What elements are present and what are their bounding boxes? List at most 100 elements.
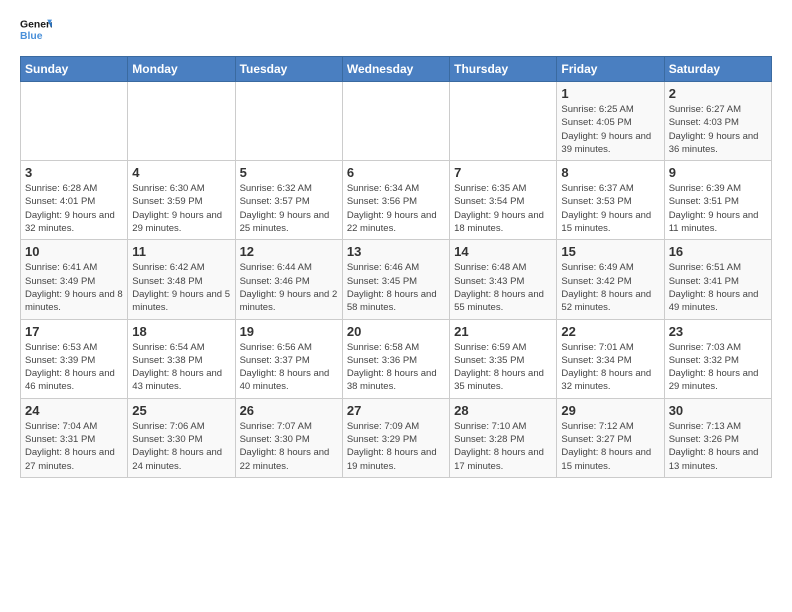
calendar-cell: 24 Sunrise: 7:04 AMSunset: 3:31 PMDayligh…	[21, 398, 128, 477]
calendar-cell: 10 Sunrise: 6:41 AMSunset: 3:49 PMDayligh…	[21, 240, 128, 319]
day-info: Sunrise: 6:49 AMSunset: 3:42 PMDaylight:…	[561, 261, 659, 314]
calendar-cell: 28 Sunrise: 7:10 AMSunset: 3:28 PMDayligh…	[450, 398, 557, 477]
calendar-cell: 6 Sunrise: 6:34 AMSunset: 3:56 PMDaylight…	[342, 161, 449, 240]
day-number: 20	[347, 324, 445, 339]
day-number: 17	[25, 324, 123, 339]
day-info: Sunrise: 7:10 AMSunset: 3:28 PMDaylight:…	[454, 420, 552, 473]
day-info: Sunrise: 6:48 AMSunset: 3:43 PMDaylight:…	[454, 261, 552, 314]
day-info: Sunrise: 6:46 AMSunset: 3:45 PMDaylight:…	[347, 261, 445, 314]
day-info: Sunrise: 6:35 AMSunset: 3:54 PMDaylight:…	[454, 182, 552, 235]
day-info: Sunrise: 7:13 AMSunset: 3:26 PMDaylight:…	[669, 420, 767, 473]
day-info: Sunrise: 6:25 AMSunset: 4:05 PMDaylight:…	[561, 103, 659, 156]
col-header-friday: Friday	[557, 57, 664, 82]
calendar-cell: 27Sunrise: 7:09 AMSunset: 3:29 PMDayligh…	[342, 398, 449, 477]
day-info: Sunrise: 6:59 AMSunset: 3:35 PMDaylight:…	[454, 341, 552, 394]
day-number: 12	[240, 244, 338, 259]
col-header-tuesday: Tuesday	[235, 57, 342, 82]
calendar-cell	[21, 82, 128, 161]
day-info: Sunrise: 6:53 AMSunset: 3:39 PMDaylight:…	[25, 341, 123, 394]
calendar-cell: 16 Sunrise: 6:51 AMSunset: 3:41 PMDayligh…	[664, 240, 771, 319]
day-number: 26	[240, 403, 338, 418]
day-number: 9	[669, 165, 767, 180]
day-info: Sunrise: 6:37 AMSunset: 3:53 PMDaylight:…	[561, 182, 659, 235]
page-header: General Blue	[20, 16, 772, 44]
day-info: Sunrise: 7:01 AMSunset: 3:34 PMDaylight:…	[561, 341, 659, 394]
calendar-cell: 15Sunrise: 6:49 AMSunset: 3:42 PMDayligh…	[557, 240, 664, 319]
calendar-cell: 13 Sunrise: 6:46 AMSunset: 3:45 PMDayligh…	[342, 240, 449, 319]
calendar-cell: 1 Sunrise: 6:25 AMSunset: 4:05 PMDaylight…	[557, 82, 664, 161]
logo: General Blue	[20, 16, 58, 44]
calendar-cell: 11Sunrise: 6:42 AMSunset: 3:48 PMDayligh…	[128, 240, 235, 319]
day-number: 13	[347, 244, 445, 259]
day-info: Sunrise: 6:44 AMSunset: 3:46 PMDaylight:…	[240, 261, 338, 314]
day-number: 27	[347, 403, 445, 418]
calendar-cell: 7 Sunrise: 6:35 AMSunset: 3:54 PMDaylight…	[450, 161, 557, 240]
col-header-wednesday: Wednesday	[342, 57, 449, 82]
day-number: 3	[25, 165, 123, 180]
day-info: Sunrise: 6:30 AMSunset: 3:59 PMDaylight:…	[132, 182, 230, 235]
day-info: Sunrise: 7:12 AMSunset: 3:27 PMDaylight:…	[561, 420, 659, 473]
day-number: 19	[240, 324, 338, 339]
day-info: Sunrise: 6:51 AMSunset: 3:41 PMDaylight:…	[669, 261, 767, 314]
day-number: 30	[669, 403, 767, 418]
day-info: Sunrise: 6:34 AMSunset: 3:56 PMDaylight:…	[347, 182, 445, 235]
calendar-cell: 29 Sunrise: 7:12 AMSunset: 3:27 PMDayligh…	[557, 398, 664, 477]
day-number: 23	[669, 324, 767, 339]
day-info: Sunrise: 7:06 AMSunset: 3:30 PMDaylight:…	[132, 420, 230, 473]
day-number: 7	[454, 165, 552, 180]
day-number: 16	[669, 244, 767, 259]
calendar-cell: 12 Sunrise: 6:44 AMSunset: 3:46 PMDayligh…	[235, 240, 342, 319]
calendar-cell	[128, 82, 235, 161]
calendar-cell: 18Sunrise: 6:54 AMSunset: 3:38 PMDayligh…	[128, 319, 235, 398]
calendar-cell: 8 Sunrise: 6:37 AMSunset: 3:53 PMDaylight…	[557, 161, 664, 240]
day-number: 22	[561, 324, 659, 339]
day-info: Sunrise: 6:56 AMSunset: 3:37 PMDaylight:…	[240, 341, 338, 394]
calendar-cell: 14 Sunrise: 6:48 AMSunset: 3:43 PMDayligh…	[450, 240, 557, 319]
day-info: Sunrise: 6:28 AMSunset: 4:01 PMDaylight:…	[25, 182, 123, 235]
calendar-cell: 21 Sunrise: 6:59 AMSunset: 3:35 PMDayligh…	[450, 319, 557, 398]
day-info: Sunrise: 6:42 AMSunset: 3:48 PMDaylight:…	[132, 261, 230, 314]
day-number: 2	[669, 86, 767, 101]
day-number: 6	[347, 165, 445, 180]
col-header-sunday: Sunday	[21, 57, 128, 82]
day-info: Sunrise: 6:39 AMSunset: 3:51 PMDaylight:…	[669, 182, 767, 235]
day-number: 5	[240, 165, 338, 180]
day-number: 24	[25, 403, 123, 418]
calendar-cell: 2 Sunrise: 6:27 AMSunset: 4:03 PMDaylight…	[664, 82, 771, 161]
calendar-cell: 20 Sunrise: 6:58 AMSunset: 3:36 PMDayligh…	[342, 319, 449, 398]
day-number: 4	[132, 165, 230, 180]
calendar-cell: 4 Sunrise: 6:30 AMSunset: 3:59 PMDaylight…	[128, 161, 235, 240]
day-info: Sunrise: 7:04 AMSunset: 3:31 PMDaylight:…	[25, 420, 123, 473]
day-number: 25	[132, 403, 230, 418]
day-number: 29	[561, 403, 659, 418]
day-number: 8	[561, 165, 659, 180]
calendar-cell: 30 Sunrise: 7:13 AMSunset: 3:26 PMDayligh…	[664, 398, 771, 477]
calendar-cell: 25 Sunrise: 7:06 AMSunset: 3:30 PMDayligh…	[128, 398, 235, 477]
day-number: 18	[132, 324, 230, 339]
calendar-cell: 3 Sunrise: 6:28 AMSunset: 4:01 PMDaylight…	[21, 161, 128, 240]
calendar-cell: 26 Sunrise: 7:07 AMSunset: 3:30 PMDayligh…	[235, 398, 342, 477]
calendar-cell	[450, 82, 557, 161]
day-info: Sunrise: 7:03 AMSunset: 3:32 PMDaylight:…	[669, 341, 767, 394]
col-header-thursday: Thursday	[450, 57, 557, 82]
day-info: Sunrise: 6:58 AMSunset: 3:36 PMDaylight:…	[347, 341, 445, 394]
svg-text:Blue: Blue	[20, 31, 43, 42]
day-number: 14	[454, 244, 552, 259]
calendar-cell: 9 Sunrise: 6:39 AMSunset: 3:51 PMDaylight…	[664, 161, 771, 240]
day-number: 28	[454, 403, 552, 418]
day-info: Sunrise: 7:07 AMSunset: 3:30 PMDaylight:…	[240, 420, 338, 473]
calendar-cell: 17 Sunrise: 6:53 AMSunset: 3:39 PMDayligh…	[21, 319, 128, 398]
day-number: 1	[561, 86, 659, 101]
day-info: Sunrise: 6:27 AMSunset: 4:03 PMDaylight:…	[669, 103, 767, 156]
calendar-cell: 22 Sunrise: 7:01 AMSunset: 3:34 PMDayligh…	[557, 319, 664, 398]
day-number: 21	[454, 324, 552, 339]
day-info: Sunrise: 6:41 AMSunset: 3:49 PMDaylight:…	[25, 261, 123, 314]
calendar-cell	[235, 82, 342, 161]
col-header-saturday: Saturday	[664, 57, 771, 82]
calendar-cell: 23 Sunrise: 7:03 AMSunset: 3:32 PMDayligh…	[664, 319, 771, 398]
calendar-cell	[342, 82, 449, 161]
day-number: 10	[25, 244, 123, 259]
calendar-table: SundayMondayTuesdayWednesdayThursdayFrid…	[20, 56, 772, 478]
svg-text:General: General	[20, 20, 52, 31]
calendar-cell: 19 Sunrise: 6:56 AMSunset: 3:37 PMDayligh…	[235, 319, 342, 398]
